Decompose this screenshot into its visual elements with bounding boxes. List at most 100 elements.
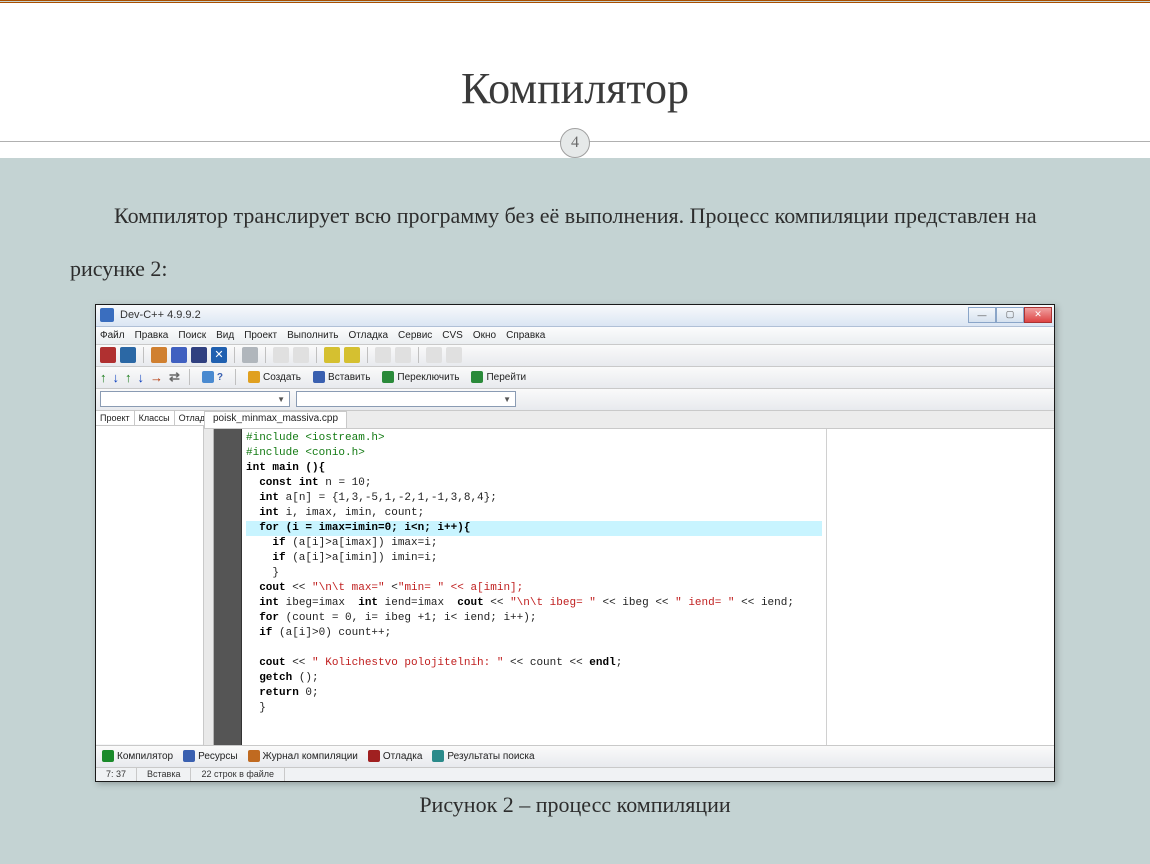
code-editor: poisk_minmax_massiva.cpp #include <iostr… [204,411,1054,745]
body-text: Компилятор транслирует всю программу без… [70,190,1080,296]
toolbar-secondary: ↑ ↓ ↑ ↓ → ⇄ ? Создать Вставить Переключи… [96,367,1054,389]
file-tab[interactable]: poisk_minmax_massiva.cpp [204,411,347,428]
status-cursor-pos: 7: 37 [96,768,137,781]
goto-label: Перейти [486,372,526,383]
saveall-icon[interactable] [171,347,187,363]
bottomtab-compiler-label: Компилятор [117,751,173,762]
goto-button[interactable]: Перейти [468,370,529,384]
bottomtab-resources[interactable]: Ресурсы [183,750,237,762]
toolbar-separator [367,347,368,363]
menu-help[interactable]: Справка [506,330,545,341]
replace-icon[interactable] [344,347,360,363]
menu-debug[interactable]: Отладка [349,330,389,341]
slide-content: Компилятор транслирует всю программу без… [0,158,1150,818]
app-icon [100,308,114,322]
menubar: Файл Правка Поиск Вид Проект Выполнить О… [96,327,1054,345]
menu-tools[interactable]: Сервис [398,330,432,341]
arrow-dbl-icon[interactable]: ⇄ [169,369,180,385]
slide-header: Компилятор 4 [0,3,1150,158]
print-icon[interactable] [242,347,258,363]
run-icon[interactable] [395,347,411,363]
close-file-icon[interactable]: ✕ [211,347,227,363]
redo-icon[interactable] [293,347,309,363]
new-icon[interactable] [100,347,116,363]
side-tabs: Проект Классы Отладка [96,411,203,426]
toolbar-separator [235,369,236,385]
menu-view[interactable]: Вид [216,330,234,341]
close-button[interactable]: ✕ [1024,307,1052,323]
help-button[interactable]: ? [199,370,226,384]
window-controls: — ▢ ✕ [968,307,1052,323]
arrow-down2-icon[interactable]: ↓ [138,370,145,385]
fold-gutter [204,429,214,745]
toolbar-separator [316,347,317,363]
file-tab-row: poisk_minmax_massiva.cpp [204,411,1054,429]
workspace: Проект Классы Отладка poisk_minmax_massi… [96,411,1054,745]
figure-caption: Рисунок 2 – процесс компиляции [70,792,1080,818]
statusbar: 7: 37 Вставка 22 строк в файле [96,767,1054,781]
bottomtab-log-label: Журнал компиляции [263,751,358,762]
bottomtab-debug[interactable]: Отладка [368,750,423,762]
toolbar-separator [265,347,266,363]
bottomtab-compiler[interactable]: Компилятор [102,750,173,762]
switch-label: Переключить [397,372,459,383]
debug-icon[interactable] [426,347,442,363]
editor-right-margin [826,429,1054,745]
menu-cvs[interactable]: CVS [442,330,463,341]
menu-run[interactable]: Выполнить [287,330,338,341]
menu-window[interactable]: Окно [473,330,496,341]
toolbar-combos: ▼ ▼ [96,389,1054,411]
debug2-icon[interactable] [446,347,462,363]
toolbar-main: ✕ [96,345,1054,367]
toolbar-separator [189,369,190,385]
compile-icon[interactable] [375,347,391,363]
bottomtab-debug-label: Отладка [383,751,423,762]
bottomtab-resources-label: Ресурсы [198,751,237,762]
save-icon[interactable] [151,347,167,363]
insert-label: Вставить [328,372,370,383]
arrow-up-icon[interactable]: ↑ [100,370,107,385]
create-label: Создать [263,372,301,383]
arrow-up2-icon[interactable]: ↑ [125,370,132,385]
create-button[interactable]: Создать [245,370,304,384]
arrow-down-icon[interactable]: ↓ [113,370,120,385]
bottomtab-find[interactable]: Результаты поиска [432,750,534,762]
bottom-tabbar: Компилятор Ресурсы Журнал компиляции Отл… [96,745,1054,767]
status-insert-mode: Вставка [137,768,191,781]
undo-icon[interactable] [273,347,289,363]
toolbar-separator [418,347,419,363]
page-number-badge: 4 [560,128,590,158]
menu-edit[interactable]: Правка [135,330,169,341]
open-icon[interactable] [120,347,136,363]
side-panel-body [96,426,203,744]
menu-file[interactable]: Файл [100,330,125,341]
bottomtab-log[interactable]: Журнал компиляции [248,750,358,762]
disk-icon[interactable] [191,347,207,363]
side-panel: Проект Классы Отладка [96,411,204,745]
sidetab-classes[interactable]: Классы [135,411,175,425]
window-titlebar: Dev-C++ 4.9.9.2 — ▢ ✕ [96,305,1054,327]
combo-scope[interactable]: ▼ [100,391,290,407]
switch-button[interactable]: Переключить [379,370,462,384]
code-body[interactable]: #include <iostream.h> #include <conio.h>… [242,429,826,745]
code-area[interactable]: #include <iostream.h> #include <conio.h>… [204,429,1054,745]
combo-members[interactable]: ▼ [296,391,516,407]
window-title: Dev-C++ 4.9.9.2 [120,309,201,321]
sidetab-project[interactable]: Проект [96,411,135,425]
ide-window: Dev-C++ 4.9.9.2 — ▢ ✕ Файл Правка Поиск … [95,304,1055,782]
status-line-count: 22 строк в файле [191,768,285,781]
menu-search[interactable]: Поиск [178,330,206,341]
figure-container: Dev-C++ 4.9.9.2 — ▢ ✕ Файл Правка Поиск … [70,304,1080,782]
toolbar-separator [143,347,144,363]
insert-button[interactable]: Вставить [310,370,373,384]
line-gutter [214,429,242,745]
find-icon[interactable] [324,347,340,363]
arrow-right-icon[interactable]: → [150,370,163,385]
menu-project[interactable]: Проект [244,330,277,341]
minimize-button[interactable]: — [968,307,996,323]
slide-title: Компилятор [0,3,1150,114]
maximize-button[interactable]: ▢ [996,307,1024,323]
toolbar-separator [234,347,235,363]
bottomtab-find-label: Результаты поиска [447,751,534,762]
slide: Компилятор 4 Компилятор транслирует всю … [0,3,1150,864]
